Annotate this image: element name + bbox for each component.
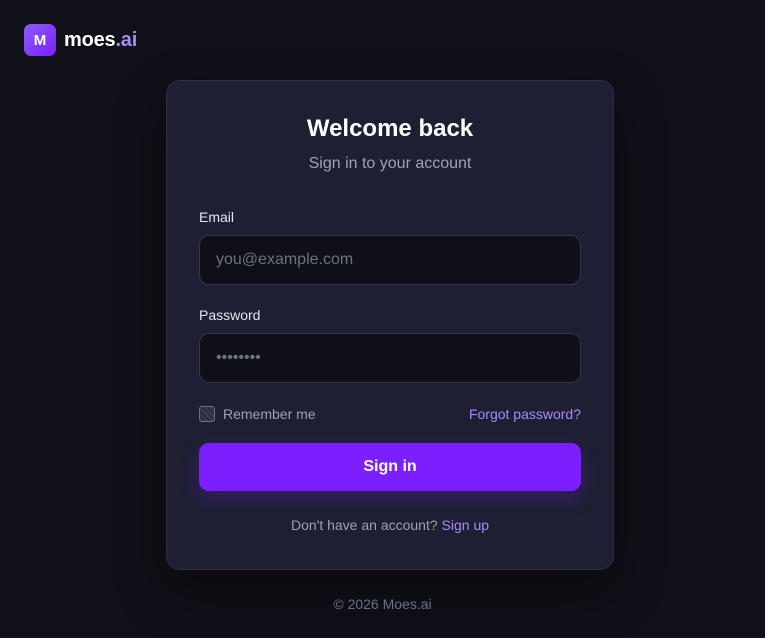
- brand-name-text: moes: [64, 28, 116, 51]
- email-label: Email: [199, 209, 235, 225]
- remember-me-checkbox[interactable]: [199, 406, 215, 422]
- signup-prompt-text: Don't have an account?: [290, 517, 438, 533]
- remember-me-label: Remember me: [223, 406, 316, 422]
- password-input[interactable]: [199, 333, 581, 383]
- remember-me[interactable]: Remember me: [199, 406, 316, 422]
- logo-mark-icon: M: [24, 24, 56, 56]
- signup-prompt: Don't have an account? Sign up: [199, 517, 581, 533]
- page-title: Welcome back: [306, 115, 474, 142]
- password-label: Password: [199, 307, 261, 323]
- login-card: Welcome back Sign in to your account Ema…: [166, 80, 614, 570]
- options-row: Remember me Forgot password?: [199, 405, 581, 423]
- brand-name: moes.ai: [64, 29, 137, 52]
- page-subtitle: Sign in to your account: [308, 155, 472, 172]
- footer-copyright: © 2026 Moes.ai: [333, 596, 432, 612]
- brand-suffix: .ai: [115, 28, 138, 51]
- sign-in-button[interactable]: Sign in: [199, 443, 581, 491]
- sign-up-link[interactable]: Sign up: [442, 517, 489, 533]
- email-input[interactable]: [199, 235, 581, 285]
- forgot-password-link[interactable]: Forgot password?: [469, 406, 581, 422]
- brand-logo[interactable]: M moes.ai: [24, 24, 137, 56]
